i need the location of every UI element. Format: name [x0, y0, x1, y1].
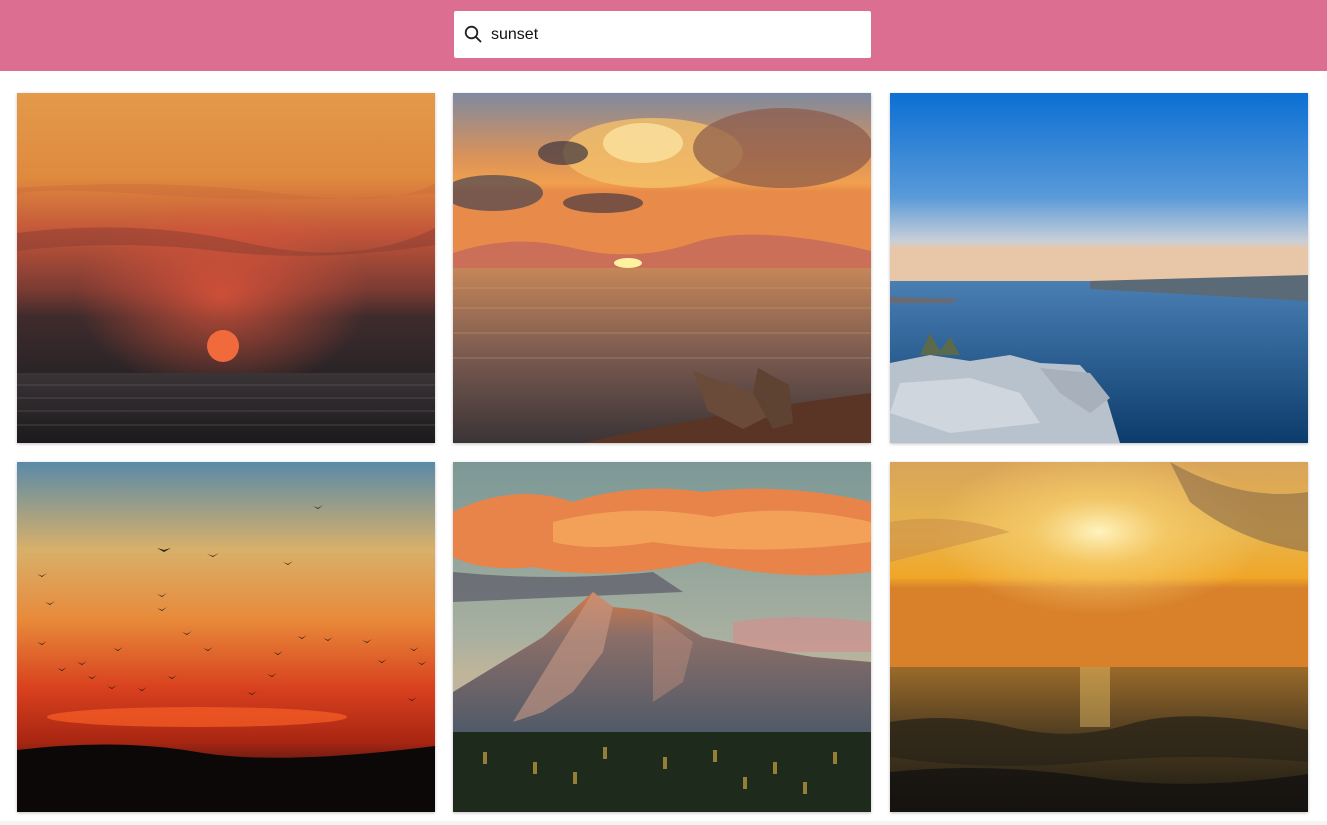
image-tile-sun-over-sea[interactable] [17, 93, 435, 443]
image-tile-birds-in-red-sunset[interactable] [17, 462, 435, 812]
blue-lake-image [890, 93, 1308, 443]
sunset-sea-image [17, 93, 435, 443]
image-tile-boats-at-sunset-shore[interactable] [453, 93, 871, 443]
image-tile-mountain-at-sunset[interactable] [453, 462, 871, 812]
page-bottom-edge [0, 821, 1327, 825]
mountain-sunset-image [453, 462, 871, 812]
image-tile-blue-lake-rocky-shore[interactable] [890, 93, 1308, 443]
image-tile-golden-sun-over-waves[interactable] [890, 462, 1308, 812]
birds-sunset-image [17, 462, 435, 812]
golden-sea-image [890, 462, 1308, 812]
image-grid [0, 0, 1327, 825]
boats-sunset-image [453, 93, 871, 443]
